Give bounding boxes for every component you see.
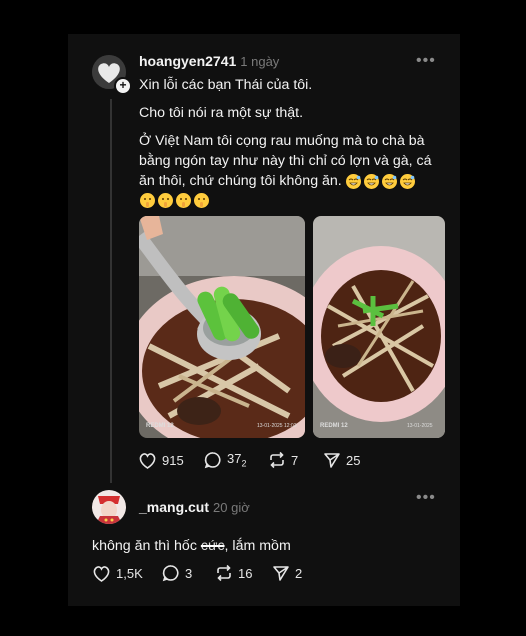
heart-icon <box>139 452 156 469</box>
reply-text-after: , lắm mồm <box>224 538 291 554</box>
costume-avatar-image <box>92 490 126 524</box>
post-header: hoangyen2741 1 ngày <box>139 53 279 71</box>
share-button[interactable]: 2 <box>272 564 302 582</box>
post-time: 1 ngày <box>240 54 280 69</box>
post-line-2: Cho tôi nói ra một sự thật. <box>139 105 304 121</box>
photo-watermark: REDMI 12 <box>146 423 174 429</box>
shush-emoji <box>158 193 173 209</box>
food-photo-2[interactable]: REDMI 12 13-01-2025 <box>313 216 445 438</box>
more-options-icon[interactable]: ••• <box>416 489 436 507</box>
emoji-row <box>140 192 212 210</box>
post-line-3: Ở Việt Nam tôi cọng rau muống mà to chà … <box>139 133 425 149</box>
reply-username[interactable]: _mang.cut <box>139 499 209 515</box>
avatar[interactable] <box>92 490 126 524</box>
repost-icon <box>217 564 231 582</box>
repost-count: 7 <box>291 452 299 468</box>
repost-icon <box>270 451 284 469</box>
shush-emoji <box>140 193 155 209</box>
like-button[interactable]: 915 <box>138 452 204 469</box>
send-icon <box>324 453 340 468</box>
reply-actions: 1,5K 3 16 2 <box>92 564 302 582</box>
noodle-soup-image <box>313 216 445 438</box>
share-button[interactable]: 25 <box>323 451 360 469</box>
photo-watermark: REDMI 12 <box>320 423 348 429</box>
post-username[interactable]: hoangyen2741 <box>139 53 236 69</box>
shush-emoji <box>194 193 209 209</box>
photo-timestamp: 13-01-2025 12:03 <box>257 423 297 429</box>
photo-timestamp: 13-01-2025 <box>407 423 433 429</box>
heart-icon <box>93 565 110 582</box>
post-line-4: bằng ngón tay như này thì chỉ có lợn và … <box>139 153 432 169</box>
send-icon <box>273 566 289 581</box>
grin-sweat-emoji <box>345 173 361 189</box>
noodle-soup-image <box>139 216 305 438</box>
post-line-5: ăn thôi, chứ chúng tôi không ăn. <box>139 173 342 189</box>
more-options-icon[interactable]: ••• <box>416 52 436 70</box>
reply-button[interactable]: 372 <box>204 451 268 469</box>
post-line-5-wrap: ăn thôi, chứ chúng tôi không ăn. <box>139 171 418 191</box>
reply-count: 3 <box>185 565 193 581</box>
reply-text: không ăn thì hốc cức, lắm mồm <box>92 536 291 556</box>
reply-text-struck: cức <box>200 538 225 554</box>
repost-button[interactable]: 16 <box>215 564 272 582</box>
reply-count: 37 <box>227 451 242 467</box>
reply-time: 20 giờ <box>213 500 250 515</box>
repost-button[interactable]: 7 <box>268 451 323 469</box>
post-line-1: Xin lỗi các bạn Thái của tôi. <box>139 77 313 93</box>
post-actions: 915 372 7 25 <box>138 451 360 469</box>
food-photo-1[interactable]: REDMI 12 13-01-2025 12:03 <box>139 216 305 438</box>
reply-text-before: không ăn thì hốc <box>92 538 201 554</box>
follow-plus-icon[interactable]: + <box>114 77 132 95</box>
comment-icon <box>204 452 221 469</box>
reply-button[interactable]: 3 <box>162 564 215 582</box>
share-count: 25 <box>346 452 361 468</box>
repost-count: 16 <box>238 565 253 581</box>
grin-sweat-emoji <box>399 173 415 189</box>
like-button[interactable]: 1,5K <box>92 565 162 582</box>
share-count: 2 <box>295 565 303 581</box>
grin-sweat-emoji <box>363 173 379 189</box>
reply-header: _mang.cut 20 giờ <box>139 499 250 517</box>
like-count: 915 <box>162 452 184 468</box>
grin-sweat-emoji <box>381 173 397 189</box>
like-count: 1,5K <box>116 565 143 581</box>
comment-icon <box>162 565 179 582</box>
shush-emoji <box>176 193 191 209</box>
thread-connector-line <box>110 99 112 483</box>
reply-subcount: 2 <box>241 458 247 469</box>
